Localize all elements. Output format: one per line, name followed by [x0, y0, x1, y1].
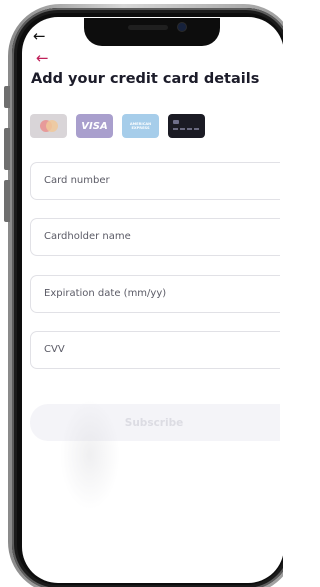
mastercard-yellow-circle — [46, 120, 58, 132]
american-express-icon[interactable]: AMERICAN EXPRESS — [122, 114, 159, 138]
subscribe-label: Subscribe — [124, 416, 184, 429]
page-title: Add your credit card details — [31, 71, 260, 87]
phone-volume-down-button — [4, 180, 10, 222]
card-number-placeholder: Card number — [44, 175, 110, 186]
arrow-left-icon[interactable]: ← — [33, 29, 46, 44]
back-arrow-icon[interactable]: ← — [36, 51, 49, 66]
card-number-field[interactable]: Card number — [30, 162, 280, 200]
card-type-list: VISA AMERICAN EXPRESS — [30, 114, 205, 138]
card-number-dots — [173, 128, 199, 130]
visa-label: VISA — [81, 120, 108, 132]
cardholder-name-placeholder: Cardholder name — [44, 231, 131, 242]
visa-icon[interactable]: VISA — [76, 114, 113, 138]
app-screenshot: ← ← Add your credit card details VISA AM… — [0, 0, 283, 587]
phone-notch — [84, 18, 220, 46]
front-camera — [178, 23, 186, 31]
phone-mute-switch — [4, 86, 10, 108]
card-chip — [173, 120, 179, 124]
phone-volume-up-button — [4, 128, 10, 170]
expiration-date-field[interactable]: Expiration date (mm/yy) — [30, 275, 280, 313]
cvv-field[interactable]: CVV — [30, 331, 280, 369]
expiration-date-placeholder: Expiration date (mm/yy) — [44, 288, 167, 299]
speaker-grille — [128, 25, 168, 30]
subscribe-button[interactable]: Subscribe — [30, 404, 280, 441]
cvv-placeholder: CVV — [44, 344, 65, 355]
mastercard-icon[interactable] — [30, 114, 67, 138]
amex-label: AMERICAN EXPRESS — [129, 121, 152, 130]
cardholder-name-field[interactable]: Cardholder name — [30, 218, 280, 256]
generic-card-icon[interactable] — [168, 114, 205, 138]
